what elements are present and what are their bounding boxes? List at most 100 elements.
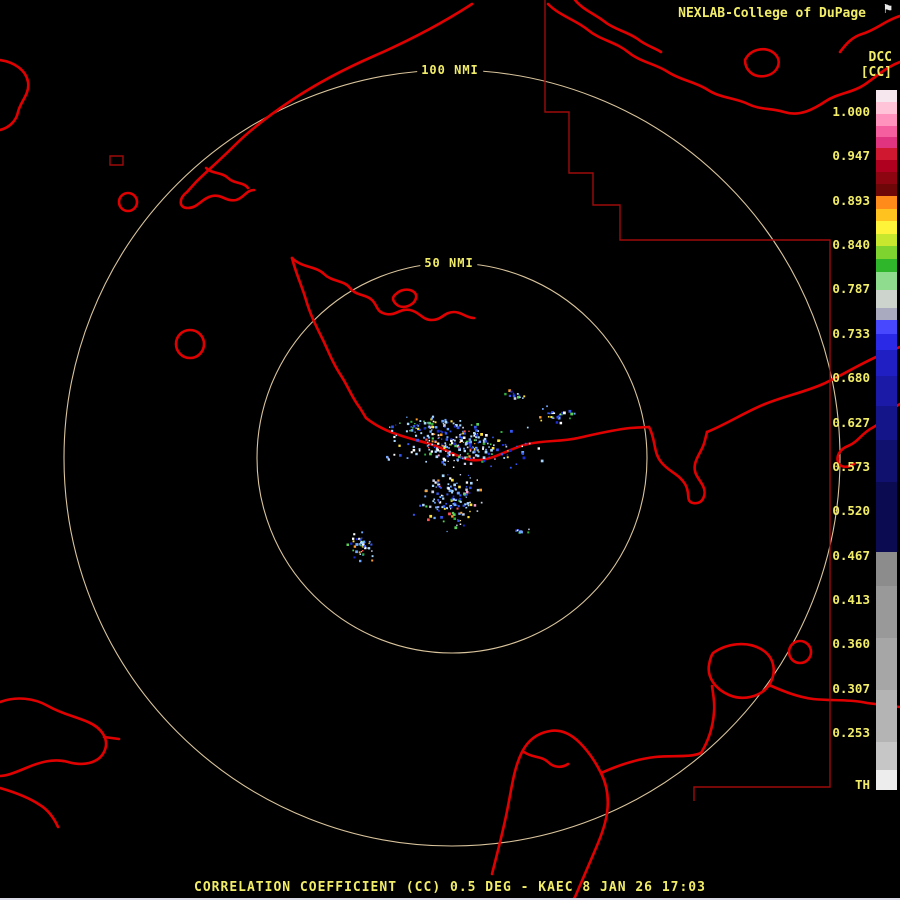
echo-pixel (355, 550, 358, 554)
echo-pixel (410, 426, 413, 428)
echo-pixel (519, 396, 521, 398)
radar-map (0, 0, 900, 900)
echo-pixel (441, 431, 444, 434)
echo-pixel (477, 436, 480, 439)
echo-pixel (467, 474, 470, 476)
echo-pixel (453, 442, 456, 446)
echo-pixel (453, 517, 456, 520)
echo-pixel (431, 484, 435, 487)
echo-pixel (431, 440, 434, 443)
colorbar-segment (876, 126, 897, 137)
echo-pixel (410, 451, 413, 454)
echo-pixel (503, 457, 506, 459)
echo-pixel (420, 432, 423, 435)
colorbar-segment (876, 334, 897, 350)
echo-pixel (430, 450, 433, 453)
echo-pixel (469, 503, 473, 507)
echo-pixel (412, 427, 414, 429)
echo-pixel (475, 454, 478, 457)
echo-pixel (434, 450, 437, 453)
echo-pixel (415, 452, 418, 456)
echo-pixel (441, 506, 444, 509)
echo-pixel (459, 434, 461, 436)
echo-pixel (515, 463, 518, 465)
echo-pixel (389, 426, 391, 428)
colorbar-segment (876, 196, 897, 209)
echo-pixel (442, 497, 445, 500)
echo-pixel (415, 418, 418, 421)
echo-pixel (458, 485, 461, 489)
echo-pixel (395, 434, 397, 437)
colorbar-tick-label: 0.520 (832, 503, 870, 519)
echo-pixel (465, 486, 468, 488)
echo-pixel (504, 392, 507, 396)
colorbar-segment (876, 246, 897, 259)
echo-pixel (423, 436, 426, 439)
echo-pixel (450, 444, 452, 446)
echo-pixel (446, 436, 449, 439)
echo-pixel (462, 513, 465, 516)
echo-pixel (425, 505, 428, 508)
echo-pixel (415, 434, 418, 437)
echo-pixel (409, 429, 411, 432)
colorbar-tick-label: 0.893 (832, 192, 870, 208)
echo-pixel (469, 477, 471, 479)
echo-pixel (437, 442, 440, 445)
echo-pixel (473, 504, 477, 507)
echo-pixel (399, 422, 401, 424)
colorbar-segment (876, 440, 897, 482)
echo-pixel (482, 446, 485, 449)
echo-pixel (431, 437, 434, 440)
echo-pixel (490, 465, 492, 468)
colorbar-tick-label: 0.413 (832, 591, 870, 607)
echo-pixel (502, 444, 504, 446)
echo-pixel (472, 451, 475, 454)
ring-label-50nmi: 50 NMI (420, 256, 478, 270)
echo-pixel (448, 489, 452, 493)
echo-pixel (433, 433, 436, 435)
radar-echo-layer (346, 389, 576, 563)
echo-pixel (521, 445, 523, 448)
echo-pixel (433, 446, 436, 448)
echo-pixel (368, 540, 371, 543)
echo-pixel (454, 488, 457, 491)
colorbar-segment (876, 137, 897, 148)
echo-pixel (466, 502, 470, 505)
echo-pixel (423, 420, 425, 423)
echo-pixel (493, 444, 495, 447)
echo-pixel (512, 393, 515, 396)
echo-pixel (463, 436, 466, 439)
echo-pixel (391, 429, 394, 432)
echo-pixel (440, 516, 443, 519)
colorbar-tick-label: 0.680 (832, 370, 870, 386)
echo-pixel (437, 506, 439, 508)
echo-pixel (474, 425, 477, 429)
echo-pixel (440, 494, 443, 497)
echo-pixel (433, 516, 436, 520)
echo-pixel (488, 456, 490, 458)
coastline-layer (0, 0, 900, 900)
echo-pixel (423, 427, 426, 430)
echo-pixel (425, 438, 428, 441)
echo-pixel (459, 494, 462, 497)
echo-pixel (438, 500, 440, 503)
echo-pixel (371, 555, 374, 558)
echo-pixel (466, 456, 468, 458)
echo-pixel (459, 454, 461, 456)
colorbar-tick-label: 1.000 (832, 104, 870, 119)
colorbar-tick-labels: 1.000 0.947 0.893 0.840 0.787 0.733 0.680 0.627… (818, 90, 870, 802)
echo-pixel (445, 502, 447, 505)
echo-pixel (494, 458, 496, 460)
echo-pixel (469, 510, 471, 513)
echo-pixel (412, 445, 415, 448)
echo-pixel (427, 446, 430, 449)
echo-pixel (460, 439, 463, 443)
echo-pixel (438, 510, 440, 512)
echo-pixel (475, 448, 478, 451)
echo-pixel (437, 483, 440, 486)
echo-pixel (441, 443, 443, 446)
echo-pixel (456, 524, 458, 526)
lake-outline (174, 328, 206, 360)
echo-pixel (447, 422, 449, 424)
echo-pixel (462, 457, 464, 460)
